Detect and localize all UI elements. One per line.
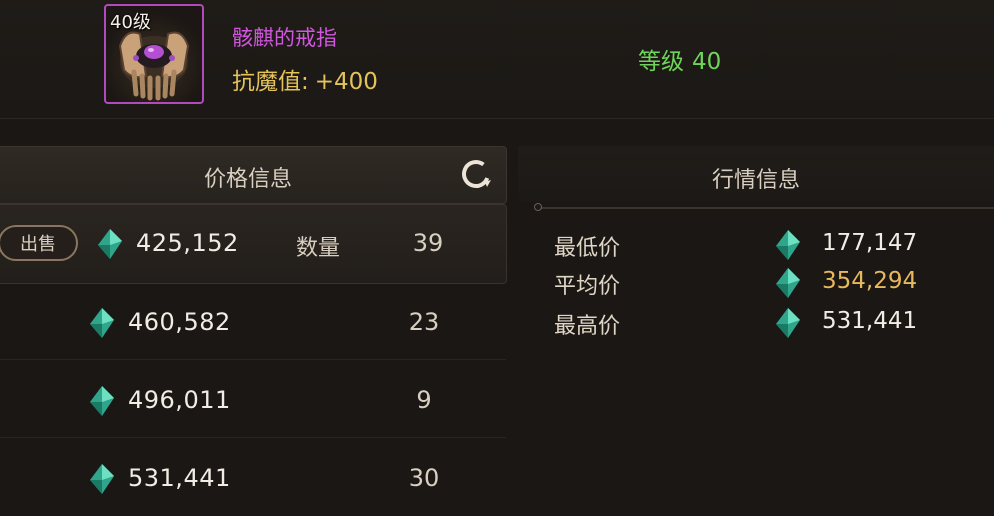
price-row[interactable]: 496,011 9 (0, 360, 506, 438)
row-quantity: 23 (408, 308, 440, 336)
price-row[interactable]: 531,441 30 (0, 438, 506, 516)
item-info-bar: 40级 骸麒的戒指 抗魔值: +400 等级 40 (0, 0, 994, 119)
sell-button[interactable]: 出售 (0, 225, 78, 261)
item-icon-frame[interactable]: 40级 (104, 4, 204, 104)
market-row-average: 平均价 354,294 (518, 264, 994, 304)
price-panel-title: 价格信息 (203, 167, 292, 192)
market-panel-title: 行情信息 (711, 168, 800, 193)
item-name: 骸麒的戒指 (232, 26, 337, 50)
row-quantity: 30 (408, 464, 440, 492)
price-row[interactable]: 出售 425,152 数量 39 (0, 204, 507, 284)
market-value: 354,294 (822, 268, 918, 294)
gem-icon (776, 230, 800, 260)
grade-label: 等级 (638, 49, 684, 75)
market-value: 177,147 (822, 230, 918, 256)
market-panel-header: 行情信息 (518, 146, 994, 202)
row-price: 460,582 (128, 308, 231, 336)
market-value: 531,441 (822, 308, 918, 334)
gem-icon (98, 229, 122, 259)
gem-icon (90, 386, 114, 416)
market-row-lowest: 最低价 177,147 (518, 226, 994, 266)
market-label: 平均价 (554, 274, 621, 299)
row-price: 496,011 (128, 386, 231, 414)
refresh-icon[interactable] (458, 156, 494, 192)
gem-icon (776, 308, 800, 338)
item-grade: 等级 40 (638, 42, 721, 76)
market-panel: 行情信息 最低价 177,147 平均价 354,294 最高价 531,441 (518, 146, 994, 504)
price-row[interactable]: 460,582 23 (0, 282, 506, 360)
gem-icon (90, 308, 114, 338)
row-price: 425,152 (136, 229, 239, 257)
market-label: 最低价 (554, 236, 621, 261)
row-quantity: 39 (412, 229, 444, 257)
quantity-label: 数量 (296, 236, 341, 261)
row-price: 531,441 (128, 464, 231, 492)
item-level-badge: 40级 (110, 12, 151, 33)
market-divider (538, 207, 994, 209)
gem-icon (776, 268, 800, 298)
grade-value: 40 (692, 49, 722, 75)
stat-label: 抗魔值: (232, 69, 309, 95)
price-panel-header: 价格信息 (0, 146, 507, 204)
market-row-highest: 最高价 531,441 (518, 304, 994, 344)
stat-value: +400 (314, 69, 378, 95)
gem-icon (90, 464, 114, 494)
price-panel: 价格信息 出售 425,152 数量 39 460,582 23 496,011… (0, 146, 508, 504)
row-quantity: 9 (416, 386, 432, 414)
item-stat: 抗魔值: +400 (232, 62, 378, 96)
market-label: 最高价 (554, 314, 621, 339)
market-divider-dot (534, 203, 542, 211)
